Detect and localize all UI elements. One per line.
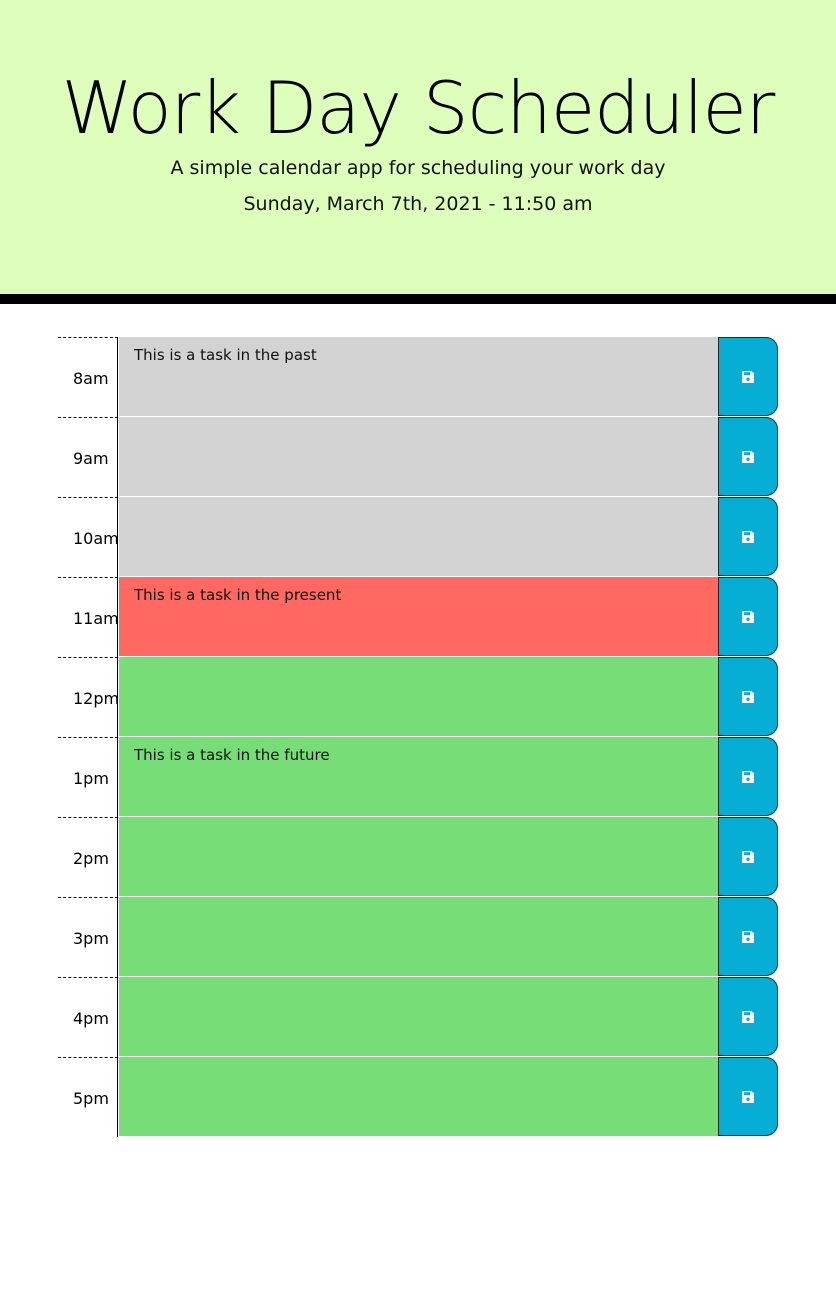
time-block-row: 9am: [58, 417, 778, 497]
hour-label: 8am: [73, 369, 109, 388]
hour-label: 10am: [73, 529, 119, 548]
save-icon: [742, 1011, 754, 1023]
time-block-row: 3pm: [58, 897, 778, 977]
time-block-row: 8am This is a task in the past: [58, 337, 778, 417]
task-description-input[interactable]: [119, 657, 718, 737]
task-description-input[interactable]: [119, 897, 718, 977]
task-description-input[interactable]: This is a task in the future: [119, 737, 718, 817]
hour-label: 5pm: [73, 1089, 109, 1108]
current-day-display: Sunday, March 7th, 2021 - 11:50 am: [243, 193, 593, 215]
page-title: Work Day Scheduler: [61, 66, 776, 150]
hour-cell: 8am: [58, 337, 118, 417]
hour-cell: 2pm: [58, 817, 118, 897]
save-icon: [742, 771, 754, 783]
save-button[interactable]: [718, 417, 778, 496]
task-description-input[interactable]: [119, 977, 718, 1057]
save-icon: [742, 451, 754, 463]
hour-cell: 3pm: [58, 897, 118, 977]
time-block-row: 4pm: [58, 977, 778, 1057]
hour-cell: 10am: [58, 497, 119, 577]
task-description-input[interactable]: This is a task in the present: [119, 577, 718, 657]
time-block-row: 12pm: [58, 657, 778, 737]
hour-label: 12pm: [73, 689, 120, 708]
save-icon: [742, 371, 754, 383]
save-icon: [742, 1091, 754, 1103]
hour-label: 2pm: [73, 849, 109, 868]
save-icon: [742, 851, 754, 863]
time-block-row: 11am This is a task in the present: [58, 577, 778, 657]
task-description-input[interactable]: [119, 1057, 718, 1137]
save-icon: [742, 691, 754, 703]
hour-label: 11am: [73, 609, 119, 628]
hour-label: 4pm: [73, 1009, 109, 1028]
hour-cell: 11am: [58, 577, 119, 657]
hour-cell: 4pm: [58, 977, 118, 1057]
save-button[interactable]: [718, 737, 778, 816]
hour-label: 9am: [73, 449, 109, 468]
hour-label: 3pm: [73, 929, 109, 948]
save-button[interactable]: [718, 497, 778, 576]
task-description-input[interactable]: This is a task in the past: [119, 337, 718, 417]
hour-cell: 5pm: [58, 1057, 118, 1137]
time-block-row: 2pm: [58, 817, 778, 897]
hour-cell: 1pm: [58, 737, 118, 817]
hour-label: 1pm: [73, 769, 109, 788]
save-button[interactable]: [718, 1057, 778, 1136]
hour-cell: 9am: [58, 417, 118, 497]
save-icon: [742, 611, 754, 623]
time-block-row: 5pm: [58, 1057, 778, 1137]
time-block-row: 1pm This is a task in the future: [58, 737, 778, 817]
task-description-input[interactable]: [119, 817, 718, 897]
save-button[interactable]: [718, 577, 778, 656]
task-description-input[interactable]: [119, 497, 718, 577]
save-icon: [742, 531, 754, 543]
save-button[interactable]: [718, 817, 778, 896]
save-icon: [742, 931, 754, 943]
save-button[interactable]: [718, 897, 778, 976]
task-description-input[interactable]: [119, 417, 718, 497]
save-button[interactable]: [718, 657, 778, 736]
header-jumbotron: Work Day Scheduler A simple calendar app…: [0, 0, 836, 304]
save-button[interactable]: [718, 337, 778, 416]
schedule-container: 8am This is a task in the past 9am 10am 11am…: [58, 337, 778, 1137]
page-subtitle: A simple calendar app for scheduling you…: [170, 157, 666, 179]
hour-cell: 12pm: [58, 657, 120, 737]
save-button[interactable]: [718, 977, 778, 1056]
time-block-row: 10am: [58, 497, 778, 577]
